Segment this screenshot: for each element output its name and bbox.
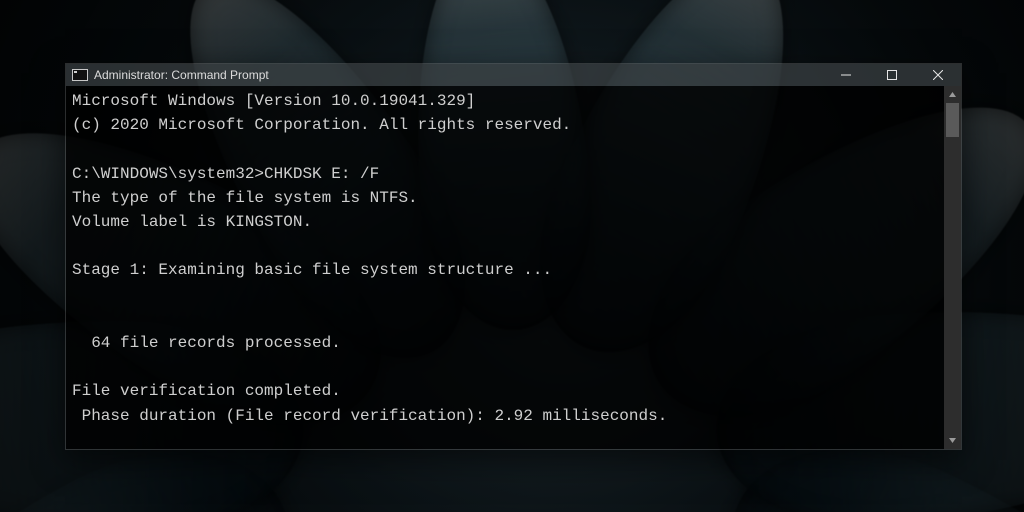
scroll-thumb[interactable] bbox=[946, 103, 959, 137]
titlebar[interactable]: Administrator: Command Prompt bbox=[66, 64, 961, 86]
minimize-button[interactable] bbox=[823, 64, 869, 86]
console-output[interactable]: Microsoft Windows [Version 10.0.19041.32… bbox=[66, 86, 944, 449]
minimize-icon bbox=[841, 70, 851, 80]
maximize-icon bbox=[887, 70, 897, 80]
chevron-down-icon bbox=[948, 436, 957, 445]
desktop-wallpaper: Administrator: Command Prompt Microsoft … bbox=[0, 0, 1024, 512]
vertical-scrollbar[interactable] bbox=[944, 86, 961, 449]
close-icon bbox=[933, 70, 943, 80]
window-title: Administrator: Command Prompt bbox=[94, 68, 269, 82]
cmd-icon bbox=[72, 69, 88, 81]
close-button[interactable] bbox=[915, 64, 961, 86]
scroll-down-button[interactable] bbox=[944, 432, 961, 449]
chevron-up-icon bbox=[948, 90, 957, 99]
command-prompt-window: Administrator: Command Prompt Microsoft … bbox=[65, 63, 962, 450]
client-area: Microsoft Windows [Version 10.0.19041.32… bbox=[66, 86, 961, 449]
scroll-up-button[interactable] bbox=[944, 86, 961, 103]
maximize-button[interactable] bbox=[869, 64, 915, 86]
